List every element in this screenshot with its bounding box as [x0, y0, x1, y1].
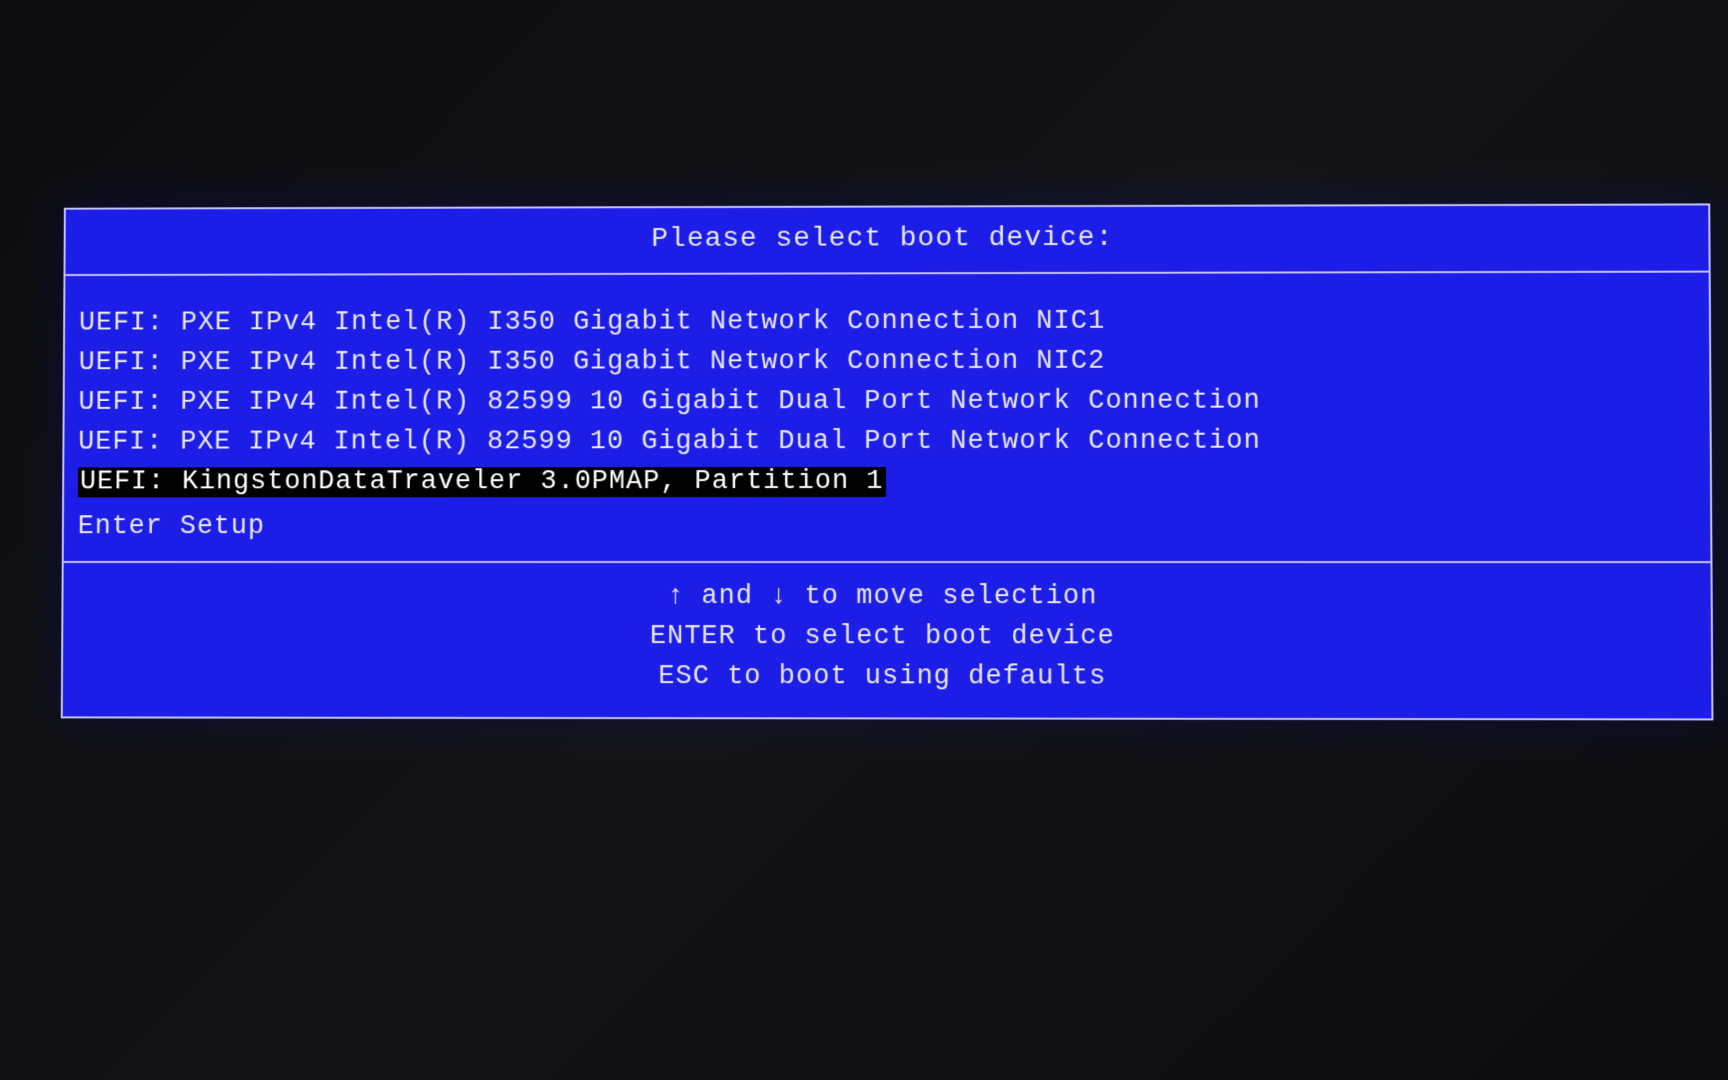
- help-line-enter: ENTER to select boot device: [63, 617, 1711, 658]
- boot-device-item-selected[interactable]: UEFI: KingstonDataTraveler 3.0PMAP, Part…: [77, 462, 885, 502]
- panel-title: Please select boot device:: [65, 205, 1708, 276]
- boot-device-item[interactable]: UEFI: PXE IPv4 Intel(R) I350 Gigabit Net…: [78, 341, 1695, 383]
- help-line-esc: ESC to boot using defaults: [62, 657, 1710, 699]
- enter-setup-item[interactable]: Enter Setup: [77, 507, 1696, 547]
- help-line-navigation: ↑ and ↓ to move selection: [63, 577, 1710, 618]
- boot-device-panel: Please select boot device: UEFI: PXE IPv…: [60, 203, 1713, 720]
- boot-device-item[interactable]: UEFI: PXE IPv4 Intel(R) 82599 10 Gigabit…: [78, 421, 1696, 462]
- boot-device-item[interactable]: UEFI: PXE IPv4 Intel(R) I350 Gigabit Net…: [78, 301, 1694, 344]
- arrow-down-icon: ↓: [770, 577, 787, 617]
- boot-device-list: UEFI: PXE IPv4 Intel(R) I350 Gigabit Net…: [63, 273, 1710, 563]
- help-text: ↑ and ↓ to move selection ENTER to selec…: [62, 563, 1711, 718]
- boot-device-item[interactable]: UEFI: PXE IPv4 Intel(R) 82599 10 Gigabit…: [78, 381, 1695, 423]
- arrow-up-icon: ↑: [667, 577, 684, 617]
